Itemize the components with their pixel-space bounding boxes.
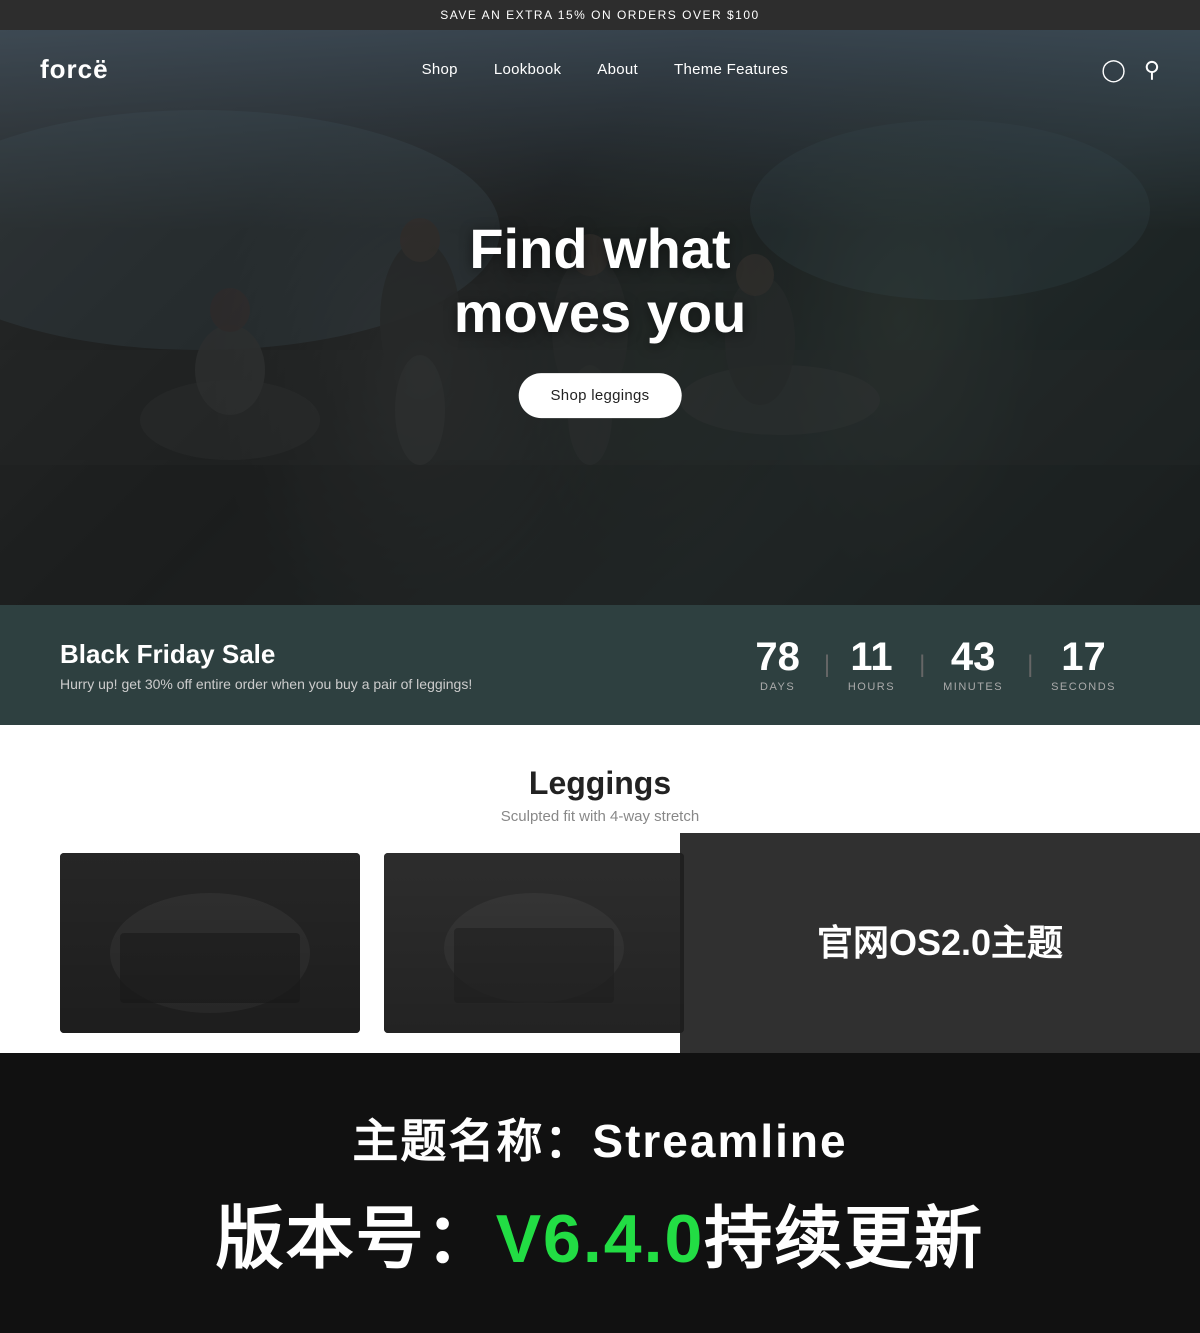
countdown-days-label: DAYS [755,681,800,693]
countdown-minutes-label: MINUTES [943,681,1003,693]
account-icon[interactable]: ◯ [1101,57,1126,83]
product-card-2-overlay [384,853,684,1033]
hero-section: forcë Shop Lookbook About Theme Features [0,30,1200,605]
countdown-hours-label: HOURS [848,681,895,693]
countdown-seconds-value: 17 [1051,637,1116,677]
nav-icons: ◯ ⚲ [1101,57,1160,83]
countdown-days-value: 78 [755,637,800,677]
countdown-section: Black Friday Sale Hurry up! get 30% off … [0,605,1200,725]
main-nav: Shop Lookbook About Theme Features [422,61,789,79]
nav-item-shop[interactable]: Shop [422,61,458,79]
bottom-line2: 版本号：V6.4.0持续更新 [216,1183,985,1282]
countdown-minutes: 43 MINUTES [919,637,1027,693]
countdown-title: Black Friday Sale [60,639,472,670]
countdown-left: Black Friday Sale Hurry up! get 30% off … [60,639,472,692]
countdown-timer: 78 DAYS 11 HOURS 43 MINUTES 17 SECONDS [731,637,1140,693]
hero-title-line2: moves you [454,281,747,344]
countdown-minutes-value: 43 [943,637,1003,677]
site-logo[interactable]: forcë [40,54,109,85]
hero-title: Find what moves you [454,217,747,346]
nav-item-theme-features[interactable]: Theme Features [674,61,788,79]
page-wrapper: SAVE AN EXTRA 15% ON ORDERS OVER $100 [0,0,1200,1200]
announcement-text: SAVE AN EXTRA 15% ON ORDERS OVER $100 [440,8,759,22]
products-title: Leggings [60,765,1140,802]
bottom-line1: 主题名称：Streamline [352,1105,847,1171]
search-icon[interactable]: ⚲ [1144,57,1160,83]
watermark-box: 官网OS2.0主题 [680,833,1200,1053]
countdown-days: 78 DAYS [731,637,824,693]
hero-cta-button[interactable]: Shop leggings [519,373,682,418]
countdown-hours-value: 11 [848,637,895,677]
countdown-subtitle: Hurry up! get 30% off entire order when … [60,676,472,692]
bottom-banner: 主题名称：Streamline 版本号：V6.4.0持续更新 [0,1053,1200,1333]
nav-item-lookbook[interactable]: Lookbook [494,61,561,79]
countdown-seconds: 17 SECONDS [1027,637,1140,693]
announcement-bar: SAVE AN EXTRA 15% ON ORDERS OVER $100 [0,0,1200,30]
nav-link-theme-features[interactable]: Theme Features [674,61,788,78]
hero-title-line1: Find what [469,217,730,280]
countdown-seconds-label: SECONDS [1051,681,1116,693]
bottom-line2-prefix: 版本号： [216,1201,496,1277]
bottom-line2-version: V6.4.0 [496,1201,705,1277]
watermark-text: 官网OS2.0主题 [817,920,1063,967]
bottom-line2-suffix: 持续更新 [704,1201,984,1277]
header: forcë Shop Lookbook About Theme Features [0,54,1200,85]
products-section: Leggings Sculpted fit with 4-way stretch [0,725,1200,1053]
countdown-hours: 11 HOURS [824,637,919,693]
products-subtitle: Sculpted fit with 4-way stretch [60,808,1140,825]
product-card-2[interactable] [384,853,684,1033]
hero-content: Find what moves you Shop leggings [454,217,747,419]
nav-link-about[interactable]: About [597,61,638,78]
nav-item-about[interactable]: About [597,61,638,79]
nav-link-lookbook[interactable]: Lookbook [494,61,561,78]
nav-link-shop[interactable]: Shop [422,61,458,78]
product-card-1[interactable] [60,853,360,1033]
product-card-1-overlay [60,853,360,1033]
